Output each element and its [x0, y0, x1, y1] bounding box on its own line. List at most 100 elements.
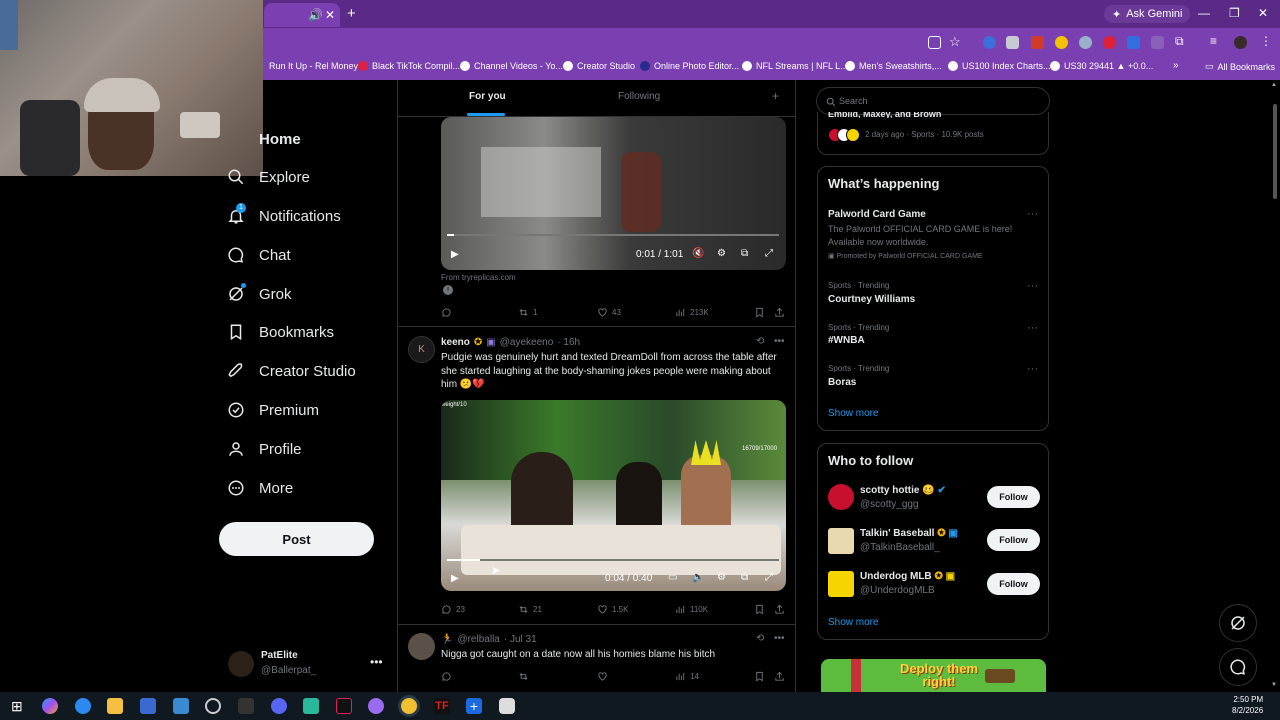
account-name[interactable]: scotty hottie 🥴 ✔: [860, 485, 946, 496]
trend-title[interactable]: #WNBA: [828, 335, 865, 346]
post-button[interactable]: Post: [219, 522, 374, 556]
mail-icon[interactable]: [173, 698, 189, 714]
popout-icon[interactable]: ⧉: [741, 572, 748, 583]
extension-icon[interactable]: [1127, 36, 1140, 49]
volume-icon[interactable]: 🔈: [692, 572, 704, 583]
more-icon[interactable]: ···: [1027, 363, 1038, 375]
scroll-down-icon[interactable]: ▼: [1271, 682, 1277, 688]
post-handle[interactable]: @ayekeeno: [500, 337, 554, 348]
share-button[interactable]: [774, 604, 785, 615]
more-icon[interactable]: ···: [1027, 280, 1038, 292]
post-handle[interactable]: @relballa: [457, 634, 499, 645]
like-button[interactable]: 43: [597, 307, 621, 318]
bookmark-button[interactable]: [754, 671, 765, 682]
post-time[interactable]: · Jul 31: [504, 634, 537, 645]
scrollbar-thumb[interactable]: [1273, 104, 1277, 199]
messages-fab-button[interactable]: [1219, 648, 1257, 686]
restore-icon[interactable]: ❐: [1229, 6, 1240, 20]
info-icon[interactable]: i: [443, 285, 453, 295]
share-button[interactable]: [774, 671, 785, 682]
settings-icon[interactable]: ⚙: [717, 248, 726, 259]
close-tab-icon[interactable]: ✕: [325, 8, 335, 22]
nav-profile[interactable]: Profile: [227, 434, 302, 464]
bookmark-item[interactable]: Black TikTok Compil...: [358, 61, 460, 71]
ask-gemini-button[interactable]: ✦ Ask Gemini: [1104, 5, 1191, 23]
install-icon[interactable]: [928, 36, 941, 49]
close-window-icon[interactable]: ✕: [1258, 6, 1268, 20]
avatar[interactable]: [828, 528, 854, 554]
nav-grok[interactable]: Grok: [227, 279, 292, 309]
reply-button[interactable]: 23: [441, 604, 465, 615]
extension-icon[interactable]: [983, 36, 996, 49]
video-progress-track[interactable]: [447, 559, 779, 561]
retweet-button[interactable]: 21: [518, 604, 542, 615]
grok-icon[interactable]: ⟲: [756, 336, 764, 347]
app-icon[interactable]: [368, 698, 384, 714]
bookmark-item[interactable]: Online Photo Editor...: [640, 61, 739, 71]
show-more-link[interactable]: Show more: [828, 617, 879, 628]
ad-source[interactable]: From tryreplicas.com: [441, 273, 516, 282]
bookmark-item[interactable]: US100 Index Charts...: [948, 61, 1051, 71]
store-icon[interactable]: [140, 698, 156, 714]
trend-partial-panel[interactable]: Embiid, Maxey, and Brown 2 days ago · Sp…: [817, 112, 1049, 155]
reply-button[interactable]: [441, 307, 456, 318]
nav-premium[interactable]: Premium: [227, 395, 319, 425]
bookmark-item[interactable]: Creator Studio: [563, 61, 635, 71]
bookmark-item[interactable]: Run It Up - Rel Money: [269, 61, 358, 71]
app-icon[interactable]: +: [466, 698, 482, 714]
views-button[interactable]: 14: [675, 671, 699, 682]
add-tab-icon[interactable]: +: [772, 89, 779, 103]
account-handle[interactable]: @TalkinBaseball_: [860, 542, 940, 553]
grok-fab-button[interactable]: [1219, 604, 1257, 642]
play-icon[interactable]: ▶: [451, 573, 459, 584]
bookmark-item[interactable]: US30 29441 ▲ +0.0...: [1050, 61, 1153, 71]
nav-bookmarks[interactable]: Bookmarks: [227, 317, 334, 347]
more-icon[interactable]: •••: [370, 655, 383, 669]
file-explorer-icon[interactable]: [107, 698, 123, 714]
search-input[interactable]: Search: [816, 87, 1050, 115]
scroll-up-icon[interactable]: ▲: [1271, 82, 1277, 88]
more-icon[interactable]: •••: [774, 633, 785, 644]
browser-tab-active[interactable]: 🔊 ✕: [264, 3, 340, 27]
nav-notifications[interactable]: 1 Notifications: [227, 201, 341, 231]
share-button[interactable]: [774, 307, 785, 318]
follow-button[interactable]: Follow: [987, 486, 1040, 508]
extension-icon[interactable]: [1031, 36, 1044, 49]
new-tab-icon[interactable]: +: [347, 5, 356, 22]
captions-icon[interactable]: ▭: [668, 572, 677, 583]
extension-icon[interactable]: [1151, 36, 1164, 49]
avatar[interactable]: [408, 633, 435, 660]
media-icon[interactable]: ≡: [1210, 34, 1217, 48]
reply-button[interactable]: [441, 671, 456, 682]
bookmarks-overflow-icon[interactable]: »: [1173, 60, 1179, 71]
extension-icon[interactable]: [1006, 36, 1019, 49]
like-button[interactable]: [597, 671, 612, 682]
nav-home[interactable]: Home: [227, 124, 301, 154]
windows-start-icon[interactable]: ⊞: [11, 698, 23, 715]
show-more-link[interactable]: Show more: [828, 408, 879, 419]
tab-for-you[interactable]: For you: [469, 91, 506, 102]
more-icon[interactable]: ···: [1027, 208, 1038, 220]
system-clock[interactable]: 2:50 PM 8/2/2026: [1232, 694, 1263, 716]
bookmark-item[interactable]: Men's Sweatshirts,...: [845, 61, 942, 71]
puzzle-icon[interactable]: ⧉: [1175, 34, 1184, 49]
post-author[interactable]: keeno: [441, 337, 470, 348]
grok-icon[interactable]: ⟲: [756, 633, 764, 644]
account-name[interactable]: Talkin' Baseball ✪ ▣: [860, 528, 958, 539]
nav-more[interactable]: More: [227, 473, 293, 503]
avatar[interactable]: K: [408, 336, 435, 363]
account-name[interactable]: Underdog MLB ✪ ▣: [860, 571, 955, 582]
edge-icon[interactable]: [75, 698, 91, 714]
avatar[interactable]: [828, 484, 854, 510]
retweet-button[interactable]: [518, 671, 533, 682]
kebab-menu-icon[interactable]: ⋮: [1260, 34, 1272, 48]
views-button[interactable]: 213K: [675, 307, 709, 318]
trend-title[interactable]: Boras: [828, 377, 856, 388]
steam-icon[interactable]: [205, 698, 221, 714]
bookmark-item[interactable]: NFL Streams | NFL L...: [742, 61, 848, 71]
extension-icon[interactable]: [1103, 36, 1116, 49]
app-icon[interactable]: TF: [434, 698, 450, 714]
avatar[interactable]: [828, 571, 854, 597]
account-handle[interactable]: @UnderdogMLB: [860, 585, 935, 596]
tab-following[interactable]: Following: [618, 91, 660, 102]
